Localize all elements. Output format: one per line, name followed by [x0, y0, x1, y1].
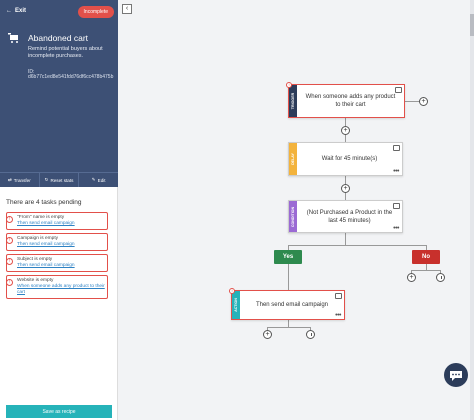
trigger-tag: TRIGGER — [291, 92, 295, 110]
more-options-icon[interactable]: ••• — [393, 168, 399, 175]
task-item: ! "From" name is empty Then send email c… — [6, 212, 108, 230]
condition-node[interactable]: CONDITION (Not Purchased a Product in th… — [288, 200, 403, 233]
scrollbar-thumb[interactable] — [470, 14, 474, 36]
tasks-heading: There are 4 tasks pending — [6, 199, 82, 206]
delay-node[interactable]: DELAY Wait for 45 minute(s) ••• — [288, 142, 403, 176]
workflow-editor: ← Exit Incomplete Abandoned cart Remind … — [0, 0, 474, 420]
connector — [404, 101, 420, 102]
note-icon[interactable] — [393, 203, 400, 209]
yes-branch[interactable]: Yes — [274, 250, 302, 264]
save-as-recipe-button[interactable]: Save as recipe — [6, 405, 112, 418]
transfer-label: Transfer — [13, 177, 31, 183]
warning-icon: ! — [286, 82, 292, 88]
more-options-icon[interactable]: ••• — [393, 225, 399, 232]
sidebar-header: ← Exit Incomplete Abandoned cart Remind … — [0, 0, 118, 187]
warning-icon: ! — [6, 216, 13, 223]
delay-text: Wait for 45 minute(s) — [321, 156, 378, 162]
connector — [288, 245, 427, 246]
connector — [267, 327, 311, 328]
chat-button[interactable] — [444, 363, 468, 387]
clock-icon[interactable] — [436, 273, 445, 282]
task-link[interactable]: When someone adds any product to their c… — [17, 284, 105, 296]
delay-strip: DELAY — [289, 143, 297, 175]
warning-icon: ! — [6, 237, 13, 244]
sidebar-actions: ⇄ Transfer ↻ Reset stats ✎ Edit — [0, 172, 118, 187]
scrollbar[interactable] — [470, 0, 474, 420]
cart-icon — [8, 33, 18, 43]
arrow-left-icon: ← — [6, 8, 12, 14]
collapse-sidebar-button[interactable]: ‹ — [122, 4, 132, 14]
connector — [411, 270, 441, 271]
workflow-title: Abandoned cart — [28, 33, 89, 43]
note-icon[interactable] — [393, 145, 400, 151]
add-step-button[interactable]: + — [341, 184, 350, 193]
workflow-description: Remind potential buyers about incomplete… — [28, 46, 103, 59]
delay-tag: DELAY — [291, 153, 296, 165]
warning-icon: ! — [6, 258, 13, 265]
add-step-button[interactable]: + — [341, 126, 350, 135]
action-tag: ACTION — [234, 298, 238, 312]
no-branch[interactable]: No — [412, 250, 440, 264]
edit-button[interactable]: ✎ Edit — [79, 173, 118, 187]
reset-icon: ↻ — [44, 177, 49, 182]
add-step-button[interactable]: + — [419, 97, 428, 106]
connector — [288, 320, 289, 327]
transfer-icon: ⇄ — [7, 177, 12, 182]
task-item: ! Campaign is empty Then send email camp… — [6, 233, 108, 251]
clock-icon[interactable] — [306, 330, 315, 339]
add-step-button[interactable]: + — [407, 273, 416, 282]
transfer-button[interactable]: ⇄ Transfer — [0, 173, 40, 187]
action-strip: ACTION — [232, 291, 240, 319]
workflow-id: d6b77c1ed8e541fdd76df6cc478b475b — [28, 74, 114, 80]
connector — [288, 264, 289, 290]
chevron-left-icon: ‹ — [125, 5, 129, 12]
status-badge: Incomplete — [77, 6, 114, 18]
chat-icon — [450, 371, 462, 381]
note-icon[interactable] — [335, 293, 342, 299]
condition-strip: CONDITION — [289, 201, 297, 232]
pencil-icon: ✎ — [91, 177, 96, 182]
condition-text: (Not Purchased a Product in the last 45 … — [306, 209, 393, 224]
note-icon[interactable] — [395, 87, 402, 93]
task-link[interactable]: Then send email campaign — [17, 263, 105, 269]
condition-tag: CONDITION — [291, 206, 296, 227]
connector — [345, 233, 346, 245]
warning-icon: ! — [6, 279, 13, 286]
reset-stats-button[interactable]: ↻ Reset stats — [40, 173, 80, 187]
task-link[interactable]: Then send email campaign — [17, 242, 105, 248]
warning-icon: ! — [229, 288, 235, 294]
task-item: ! Website is empty When someone adds any… — [6, 275, 108, 299]
exit-label: Exit — [15, 8, 27, 14]
task-link[interactable]: Then send email campaign — [17, 221, 105, 227]
reset-stats-label: Reset stats — [50, 177, 74, 183]
more-options-icon[interactable]: ••• — [335, 312, 341, 319]
action-node[interactable]: ACTION Then send email campaign ••• ! — [229, 288, 345, 320]
trigger-strip: TRIGGER — [289, 85, 297, 117]
action-text: Then send email campaign — [255, 302, 329, 308]
task-item: ! Subject is empty Then send email campa… — [6, 254, 108, 272]
trigger-text: When someone adds any product to their c… — [305, 94, 396, 108]
edit-label: Edit — [97, 177, 106, 183]
add-step-button[interactable]: + — [263, 330, 272, 339]
exit-button[interactable]: ← Exit — [6, 8, 26, 14]
sidebar: ← Exit Incomplete Abandoned cart Remind … — [0, 0, 118, 420]
trigger-node[interactable]: TRIGGER When someone adds any product to… — [286, 82, 405, 118]
